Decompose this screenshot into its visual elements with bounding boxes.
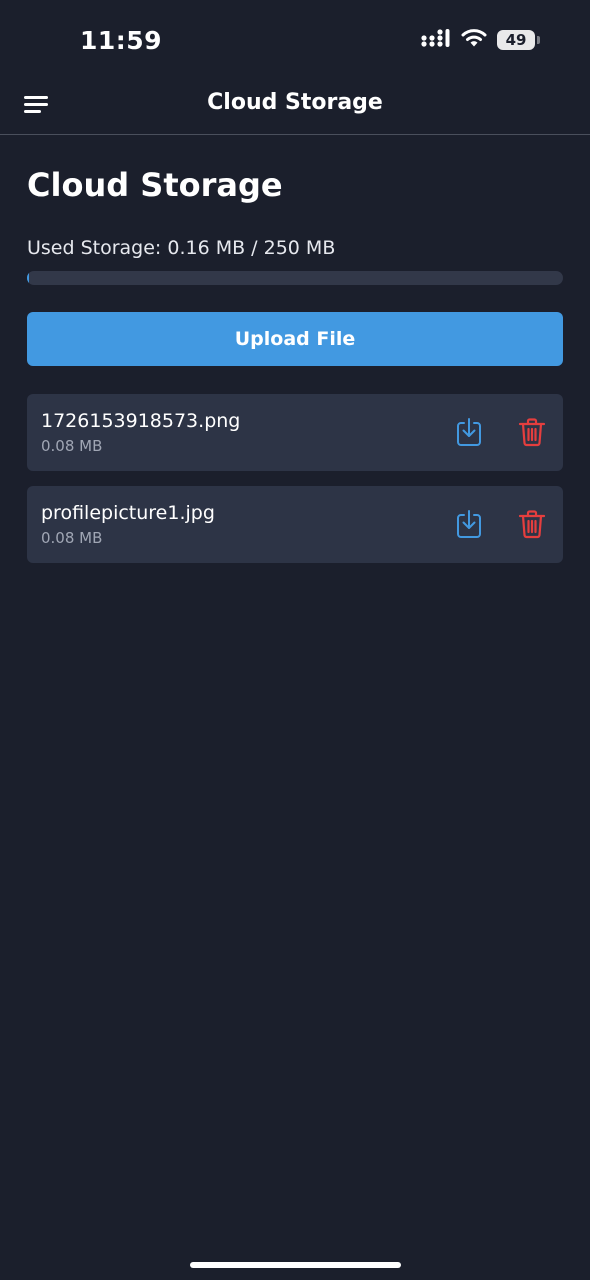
file-size: 0.08 MB xyxy=(41,529,103,547)
battery-tip xyxy=(537,36,540,44)
file-name: profilepicture1.jpg xyxy=(41,502,215,524)
header-title: Cloud Storage xyxy=(207,90,383,115)
storage-progress-fill xyxy=(27,271,30,285)
file-item: profilepicture1.jpg 0.08 MB xyxy=(27,486,563,563)
storage-progress-bar xyxy=(27,271,563,285)
home-indicator xyxy=(190,1262,401,1268)
status-icons: 49 xyxy=(421,28,540,52)
app-header: Cloud Storage xyxy=(0,80,590,135)
file-name: 1726153918573.png xyxy=(41,410,241,432)
trash-icon[interactable] xyxy=(516,416,548,448)
cellular-signal-icon xyxy=(421,28,451,52)
download-icon[interactable] xyxy=(453,416,485,448)
wifi-icon xyxy=(461,28,487,52)
download-icon[interactable] xyxy=(453,508,485,540)
file-item: 1726153918573.png 0.08 MB xyxy=(27,394,563,471)
file-list: 1726153918573.png 0.08 MB profilepicture… xyxy=(27,394,563,563)
status-bar: 11:59 49 xyxy=(0,0,590,80)
storage-usage-text: Used Storage: 0.16 MB / 250 MB xyxy=(27,237,336,259)
trash-icon[interactable] xyxy=(516,508,548,540)
app-screen: 11:59 49 Cloud Storage Cloud Storage Use… xyxy=(0,0,590,1280)
status-time: 11:59 xyxy=(80,26,163,55)
upload-file-button[interactable]: Upload File xyxy=(27,312,563,366)
page-title: Cloud Storage xyxy=(27,166,283,204)
battery-icon: 49 xyxy=(497,30,540,50)
main-content: Cloud Storage Used Storage: 0.16 MB / 25… xyxy=(27,135,563,578)
file-size: 0.08 MB xyxy=(41,437,103,455)
battery-level: 49 xyxy=(497,30,535,50)
